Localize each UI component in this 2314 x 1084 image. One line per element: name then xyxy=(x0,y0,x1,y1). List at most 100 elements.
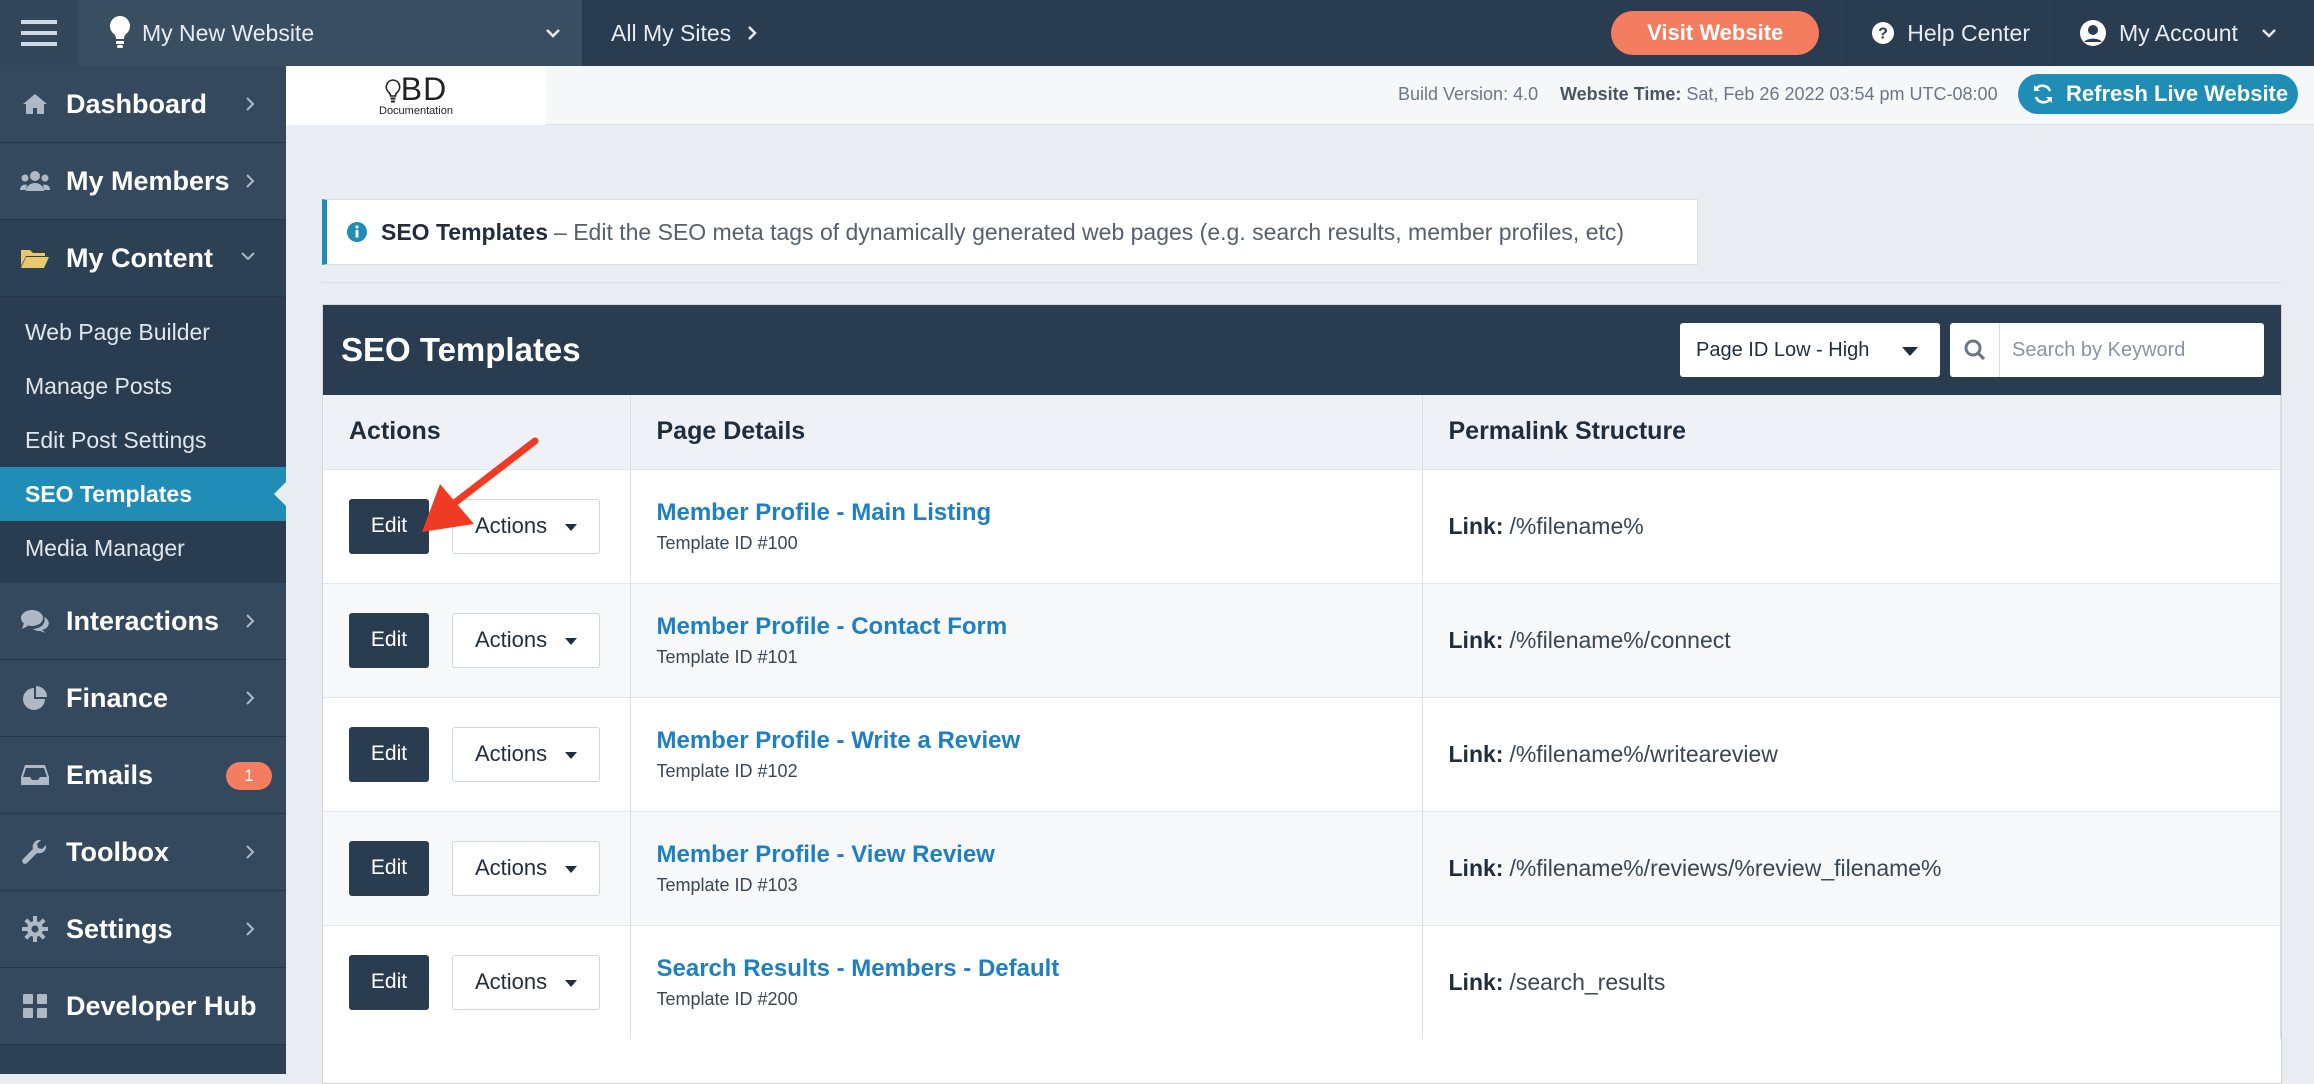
annotation-arrow xyxy=(422,437,539,532)
sidebar-item-label: Settings xyxy=(66,913,173,944)
sort-select[interactable]: Page ID Low - High xyxy=(1680,323,1940,377)
all-my-sites-label: All My Sites xyxy=(611,19,732,46)
link-label: Link: xyxy=(1448,968,1504,995)
chevron-right-icon xyxy=(246,174,255,188)
page-details-cell: Member Profile - Main Listing Template ID… xyxy=(630,468,1423,583)
template-id: Template ID #200 xyxy=(656,988,798,1009)
link-label: Link: xyxy=(1448,626,1504,653)
caret-down-icon xyxy=(565,865,577,873)
my-account-menu[interactable]: My Account xyxy=(2054,0,2314,66)
pie-chart-icon xyxy=(20,685,50,711)
refresh-icon xyxy=(2034,84,2052,104)
sidebar-item-label: My Content xyxy=(66,242,213,273)
website-time-label: Website Time: xyxy=(1560,84,1682,104)
emails-count-badge: 1 xyxy=(226,762,272,790)
sidebar-item-label: Developer Hub xyxy=(66,990,257,1021)
caret-down-icon xyxy=(565,979,577,987)
sidebar-item-label: My Members xyxy=(66,165,230,196)
logo-text: BD xyxy=(385,73,447,105)
my-content-submenu: Web Page Builder Manage Posts Edit Post … xyxy=(0,297,286,583)
actions-dropdown-button[interactable]: Actions xyxy=(452,840,600,896)
refresh-live-website-button[interactable]: Refresh Live Website xyxy=(2018,74,2298,114)
caret-down-icon xyxy=(565,523,577,531)
sidebar-item-developer-hub[interactable]: Developer Hub xyxy=(0,968,286,1045)
table-row: Edit Actions Member Profile - Main Listing… xyxy=(323,468,2281,583)
hamburger-icon xyxy=(21,20,57,46)
chevron-right-icon xyxy=(246,922,255,936)
link-label: Link: xyxy=(1448,512,1504,539)
column-header-page-details: Page Details xyxy=(630,395,1423,469)
site-logo[interactable]: BD Documentation xyxy=(286,66,546,125)
chevron-right-icon xyxy=(246,691,255,705)
template-name-link[interactable]: Member Profile - Main Listing xyxy=(657,499,1422,527)
actions-cell: Edit Actions xyxy=(323,696,631,811)
sidebar: Dashboard My Members My Content Web Page… xyxy=(0,66,286,1074)
template-name-link[interactable]: Member Profile - Write a Review xyxy=(657,727,1422,755)
page-details-cell: Search Results - Members - Default Templa… xyxy=(630,924,1423,1039)
sidebar-item-finance[interactable]: Finance xyxy=(0,660,286,737)
sidebar-subitem-edit-post-settings[interactable]: Edit Post Settings xyxy=(0,413,286,467)
edit-button[interactable]: Edit xyxy=(349,954,429,1010)
sidebar-item-label: Toolbox xyxy=(66,836,169,867)
sidebar-item-label: Emails xyxy=(66,759,154,790)
actions-cell: Edit Actions xyxy=(323,582,631,697)
chevron-right-icon xyxy=(246,614,255,628)
page-details-cell: Member Profile - View Review Template ID … xyxy=(630,810,1423,925)
help-center-link[interactable]: ? Help Center xyxy=(1846,0,2054,66)
edit-button[interactable]: Edit xyxy=(349,726,429,782)
sidebar-item-label: Finance xyxy=(66,682,169,713)
top-bar: My New Website All My Sites Visit Websit… xyxy=(0,0,2314,66)
edit-button[interactable]: Edit xyxy=(349,498,429,554)
sidebar-item-emails[interactable]: Emails 1 xyxy=(0,737,286,814)
actions-dropdown-button[interactable]: Actions xyxy=(452,954,600,1010)
sidebar-item-my-members[interactable]: My Members xyxy=(0,143,286,220)
users-icon xyxy=(20,169,50,193)
actions-label: Actions xyxy=(475,855,548,880)
permalink-cell: Link:/%filename%/connect xyxy=(1422,582,2281,697)
sidebar-subitem-seo-templates[interactable]: SEO Templates xyxy=(0,467,286,521)
actions-cell: Edit Actions xyxy=(323,810,631,925)
hamburger-menu-button[interactable] xyxy=(0,0,78,66)
sidebar-item-settings[interactable]: Settings xyxy=(0,891,286,968)
permalink-value: /search_results xyxy=(1509,968,1666,995)
template-id: Template ID #101 xyxy=(656,646,798,667)
template-id: Template ID #100 xyxy=(656,532,798,553)
table-row: Edit Actions Search Results - Members - De… xyxy=(323,924,2281,1039)
chevron-down-icon xyxy=(546,29,560,38)
edit-button[interactable]: Edit xyxy=(349,612,429,668)
search-input[interactable] xyxy=(2000,338,2250,362)
actions-dropdown-button[interactable]: Actions xyxy=(452,726,600,782)
sidebar-item-toolbox[interactable]: Toolbox xyxy=(0,814,286,891)
sort-value: Page ID Low - High xyxy=(1696,338,1870,361)
template-name-link[interactable]: Member Profile - Contact Form xyxy=(657,613,1422,641)
info-text: – Edit the SEO meta tags of dynamically … xyxy=(554,218,1625,245)
chevron-right-icon xyxy=(748,26,757,40)
sidebar-item-interactions[interactable]: Interactions xyxy=(0,583,286,660)
sidebar-item-my-content[interactable]: My Content xyxy=(0,220,286,297)
svg-text:?: ? xyxy=(1878,26,1888,43)
permalink-value: /%filename%/reviews/%review_filename% xyxy=(1509,854,1942,881)
permalink-cell: Link:/%filename% xyxy=(1422,468,2281,583)
info-title: SEO Templates xyxy=(381,218,549,245)
caret-down-icon xyxy=(565,751,577,759)
site-selector[interactable]: My New Website xyxy=(78,0,583,66)
sidebar-subitem-manage-posts[interactable]: Manage Posts xyxy=(0,359,286,413)
visit-website-button[interactable]: Visit Website xyxy=(1611,11,1820,55)
sidebar-subitem-media-manager[interactable]: Media Manager xyxy=(0,521,286,575)
permalink-cell: Link:/%filename%/writeareview xyxy=(1422,696,2281,811)
actions-dropdown-button[interactable]: Actions xyxy=(452,612,600,668)
sidebar-item-label: Dashboard xyxy=(66,88,208,119)
permalink-value: /%filename%/writeareview xyxy=(1509,740,1778,767)
template-name-link[interactable]: Search Results - Members - Default xyxy=(657,955,1422,983)
all-my-sites-link[interactable]: All My Sites xyxy=(583,0,883,66)
help-center-label: Help Center xyxy=(1907,19,2030,46)
actions-label: Actions xyxy=(475,741,548,766)
link-label: Link: xyxy=(1448,854,1504,881)
permalink-cell: Link:/search_results xyxy=(1422,924,2281,1039)
sidebar-subitem-web-page-builder[interactable]: Web Page Builder xyxy=(0,305,286,359)
template-name-link[interactable]: Member Profile - View Review xyxy=(657,841,1422,869)
sidebar-item-dashboard[interactable]: Dashboard xyxy=(0,66,286,143)
build-version: Build Version: 4.0 xyxy=(1398,84,1539,104)
chevron-down-icon xyxy=(2262,29,2276,38)
edit-button[interactable]: Edit xyxy=(349,840,429,896)
